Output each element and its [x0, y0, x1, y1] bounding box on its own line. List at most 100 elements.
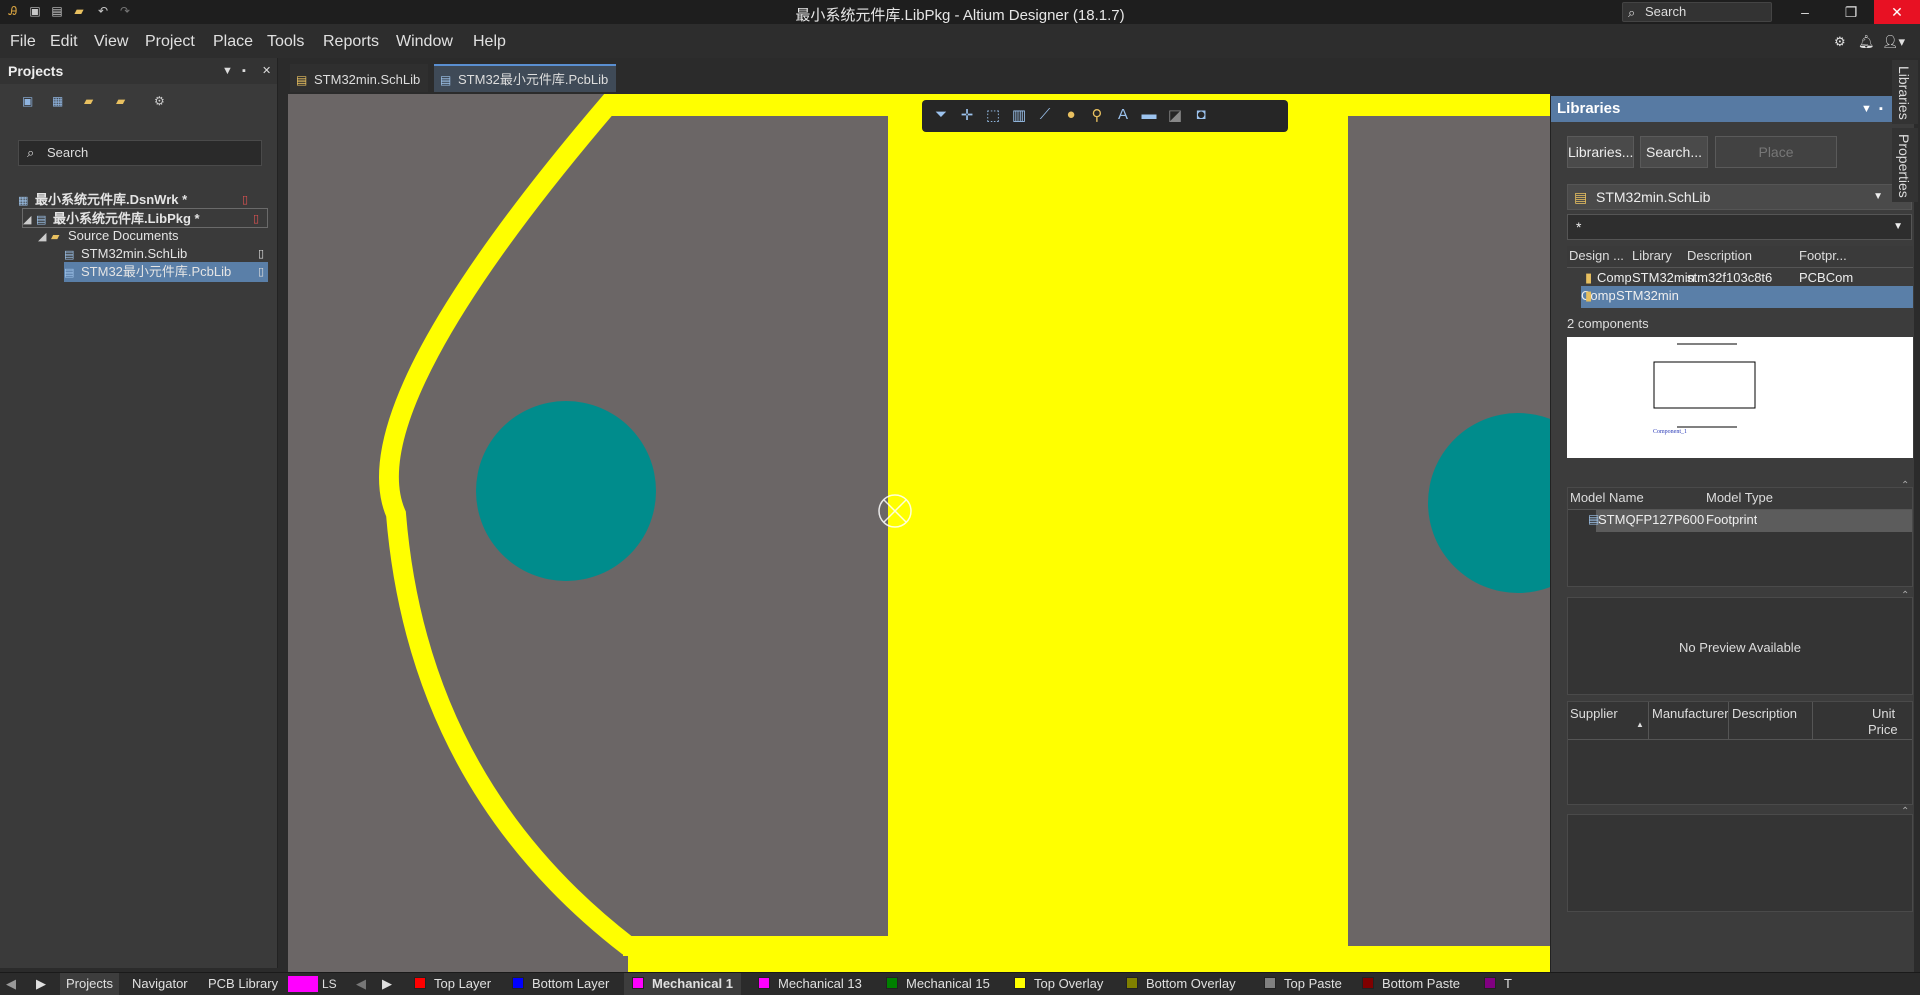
menu-help[interactable]: Help: [473, 33, 506, 51]
tree-item-pcblib[interactable]: ▤ STM32最小元件库.PcbLib ▯: [64, 262, 268, 282]
search-button[interactable]: Search...: [1640, 136, 1708, 168]
layer-tab-mechanical-13[interactable]: Mechanical 13: [758, 973, 862, 995]
collapse-arrow-icon[interactable]: ◢: [23, 210, 33, 230]
libraries-button[interactable]: Libraries...: [1567, 136, 1634, 168]
side-tab-label: Libraries: [1896, 66, 1912, 120]
table-row-selected[interactable]: Compo STM32min: [1581, 286, 1913, 308]
menu-tools[interactable]: Tools: [267, 33, 304, 51]
filter-select[interactable]: * ▼: [1567, 214, 1912, 240]
menu-file[interactable]: File: [10, 33, 36, 51]
layer-scroll-left-icon[interactable]: ◀: [356, 973, 366, 995]
side-tab-libraries[interactable]: Libraries: [1892, 60, 1918, 124]
layer-tab-top-paste[interactable]: Top Paste: [1264, 973, 1342, 995]
select-area-icon[interactable]: ⬚: [982, 106, 1004, 126]
tree-item-source-documents[interactable]: ◢ ▰ Source Documents: [38, 226, 268, 246]
layer-set-button[interactable]: LS: [322, 973, 337, 995]
layer-tab-mechanical-1[interactable]: Mechanical 1: [624, 973, 741, 995]
cell-library: STM32min: [1632, 270, 1695, 285]
place-fill-icon[interactable]: ▬: [1138, 106, 1160, 126]
close-button[interactable]: ✕: [1874, 0, 1920, 24]
layer-tab-bottom-layer[interactable]: Bottom Layer: [512, 973, 609, 995]
status-tab-navigator[interactable]: Navigator: [132, 973, 188, 995]
collapse-arrow-icon[interactable]: ◢: [38, 227, 48, 247]
scroll-right-icon[interactable]: ▶: [36, 973, 46, 995]
collapse-section-icon[interactable]: ⌃: [1901, 480, 1909, 491]
pin-icon[interactable]: ▪: [1879, 96, 1883, 122]
document-icon: ▯: [253, 262, 264, 282]
side-tab-properties[interactable]: Properties: [1892, 128, 1918, 202]
filter-select-value: *: [1576, 219, 1582, 235]
minimize-button[interactable]: –: [1782, 0, 1828, 24]
layer-tab-top-layer[interactable]: Top Layer: [414, 973, 491, 995]
tree-item-label: 最小系统元件库.LibPkg *: [53, 211, 200, 226]
layer-scroll-right-icon[interactable]: ▶: [382, 973, 392, 995]
status-bar: ◀ ▶ Projects Navigator PCB Library LS ◀ …: [0, 972, 1920, 995]
projects-search-input[interactable]: ⌕ Search: [18, 140, 262, 166]
column-description[interactable]: Description: [1732, 706, 1797, 721]
layer-tab-mechanical-15[interactable]: Mechanical 15: [886, 973, 990, 995]
move-icon[interactable]: ✛: [956, 106, 978, 126]
tab-schlib[interactable]: ▤ STM32min.SchLib: [290, 64, 429, 92]
place-region-icon[interactable]: ◪: [1164, 106, 1186, 126]
place-pad-icon[interactable]: ●: [1060, 106, 1082, 126]
column-manufacturer[interactable]: Manufacturer: [1652, 706, 1729, 721]
panel-menu-icon[interactable]: ▼: [1861, 96, 1872, 122]
place-text-icon[interactable]: A: [1112, 106, 1134, 126]
panel-menu-icon[interactable]: ▼: [222, 58, 233, 84]
sort-ascending-icon: ▲: [1636, 720, 1644, 729]
projects-panel: Projects ▼ ▪ ✕ ▣ ▦ ▰ ▰ ⚙ ⌕ Search ▦ 最小系统元…: [0, 58, 278, 968]
column-library[interactable]: Library: [1632, 248, 1672, 263]
column-supplier[interactable]: Supplier: [1570, 706, 1618, 721]
column-footprint[interactable]: Footpr...: [1799, 248, 1847, 263]
menu-view[interactable]: View: [94, 33, 128, 51]
global-search-input[interactable]: ⌕ Search: [1622, 2, 1772, 22]
menu-edit[interactable]: Edit: [50, 33, 78, 51]
status-tab-pcb-library[interactable]: PCB Library: [208, 973, 278, 995]
library-select[interactable]: ▤ STM32min.SchLib ▼ •••: [1567, 184, 1912, 210]
place-board-icon[interactable]: ◘: [1190, 106, 1212, 126]
place-via-icon[interactable]: ⚲: [1086, 106, 1108, 126]
settings-gear-icon[interactable]: ⚙: [1834, 34, 1846, 50]
project-settings-gear-icon[interactable]: ⚙: [154, 94, 170, 108]
menu-place[interactable]: Place: [213, 33, 253, 51]
layer-tab-top-overlay[interactable]: Top Overlay: [1014, 973, 1103, 995]
menu-reports[interactable]: Reports: [323, 33, 379, 51]
column-unit[interactable]: Unit: [1872, 706, 1895, 721]
restore-button[interactable]: ❐: [1828, 0, 1874, 24]
layer-tab-bottom-paste[interactable]: Bottom Paste: [1362, 973, 1460, 995]
column-description[interactable]: Description: [1687, 248, 1752, 263]
save-project-icon[interactable]: ▣: [22, 94, 38, 108]
table-row[interactable]: STMQFP127P600-8N Footprint: [1596, 510, 1912, 532]
pcb-editor-canvas[interactable]: [288, 94, 1550, 982]
menu-project[interactable]: Project: [145, 33, 195, 51]
collapse-section-icon[interactable]: ⌃: [1901, 806, 1909, 817]
collapse-section-icon[interactable]: ⌃: [1901, 590, 1909, 601]
user-account-icon[interactable]: 👤︎▾: [1882, 34, 1905, 50]
tree-item-workspace[interactable]: ▦ 最小系统元件库.DsnWrk * ▯: [18, 190, 276, 210]
align-icon[interactable]: ▥: [1008, 106, 1030, 126]
pcblib-file-icon: ▤: [64, 267, 75, 279]
place-line-icon[interactable]: ⟋: [1034, 106, 1056, 126]
layer-color-swatch: [632, 977, 644, 989]
tree-item-libpkg[interactable]: ◢ ▤ 最小系统元件库.LibPkg * ▯: [22, 208, 268, 228]
tab-pcblib[interactable]: ▤ STM32最小元件库.PcbLib: [434, 64, 617, 92]
status-tab-projects[interactable]: Projects: [60, 973, 119, 995]
layer-tab-bottom-overlay[interactable]: Bottom Overlay: [1126, 973, 1236, 995]
column-model-name[interactable]: Model Name: [1570, 490, 1644, 505]
project-options-icon[interactable]: ▰: [116, 94, 132, 108]
filter-icon[interactable]: ⏷: [930, 106, 952, 126]
column-design[interactable]: Design ...: [1569, 248, 1629, 263]
compile-icon[interactable]: ▦: [52, 94, 68, 108]
tree-item-schlib[interactable]: ▤ STM32min.SchLib ▯: [64, 244, 268, 264]
scroll-left-icon[interactable]: ◀: [6, 973, 16, 995]
notifications-bell-icon[interactable]: 🔔︎: [1858, 34, 1875, 50]
pin-icon[interactable]: ▪: [242, 58, 246, 84]
open-project-icon[interactable]: ▰: [84, 94, 100, 108]
place-button[interactable]: Place: [1715, 136, 1837, 168]
column-price[interactable]: Price: [1868, 722, 1898, 737]
panel-close-icon[interactable]: ✕: [262, 58, 271, 84]
tree-item-label: STM32最小元件库.PcbLib: [81, 264, 232, 279]
menu-window[interactable]: Window: [396, 33, 453, 51]
column-model-type[interactable]: Model Type: [1706, 490, 1773, 505]
layer-tab-truncated[interactable]: T: [1484, 973, 1514, 995]
